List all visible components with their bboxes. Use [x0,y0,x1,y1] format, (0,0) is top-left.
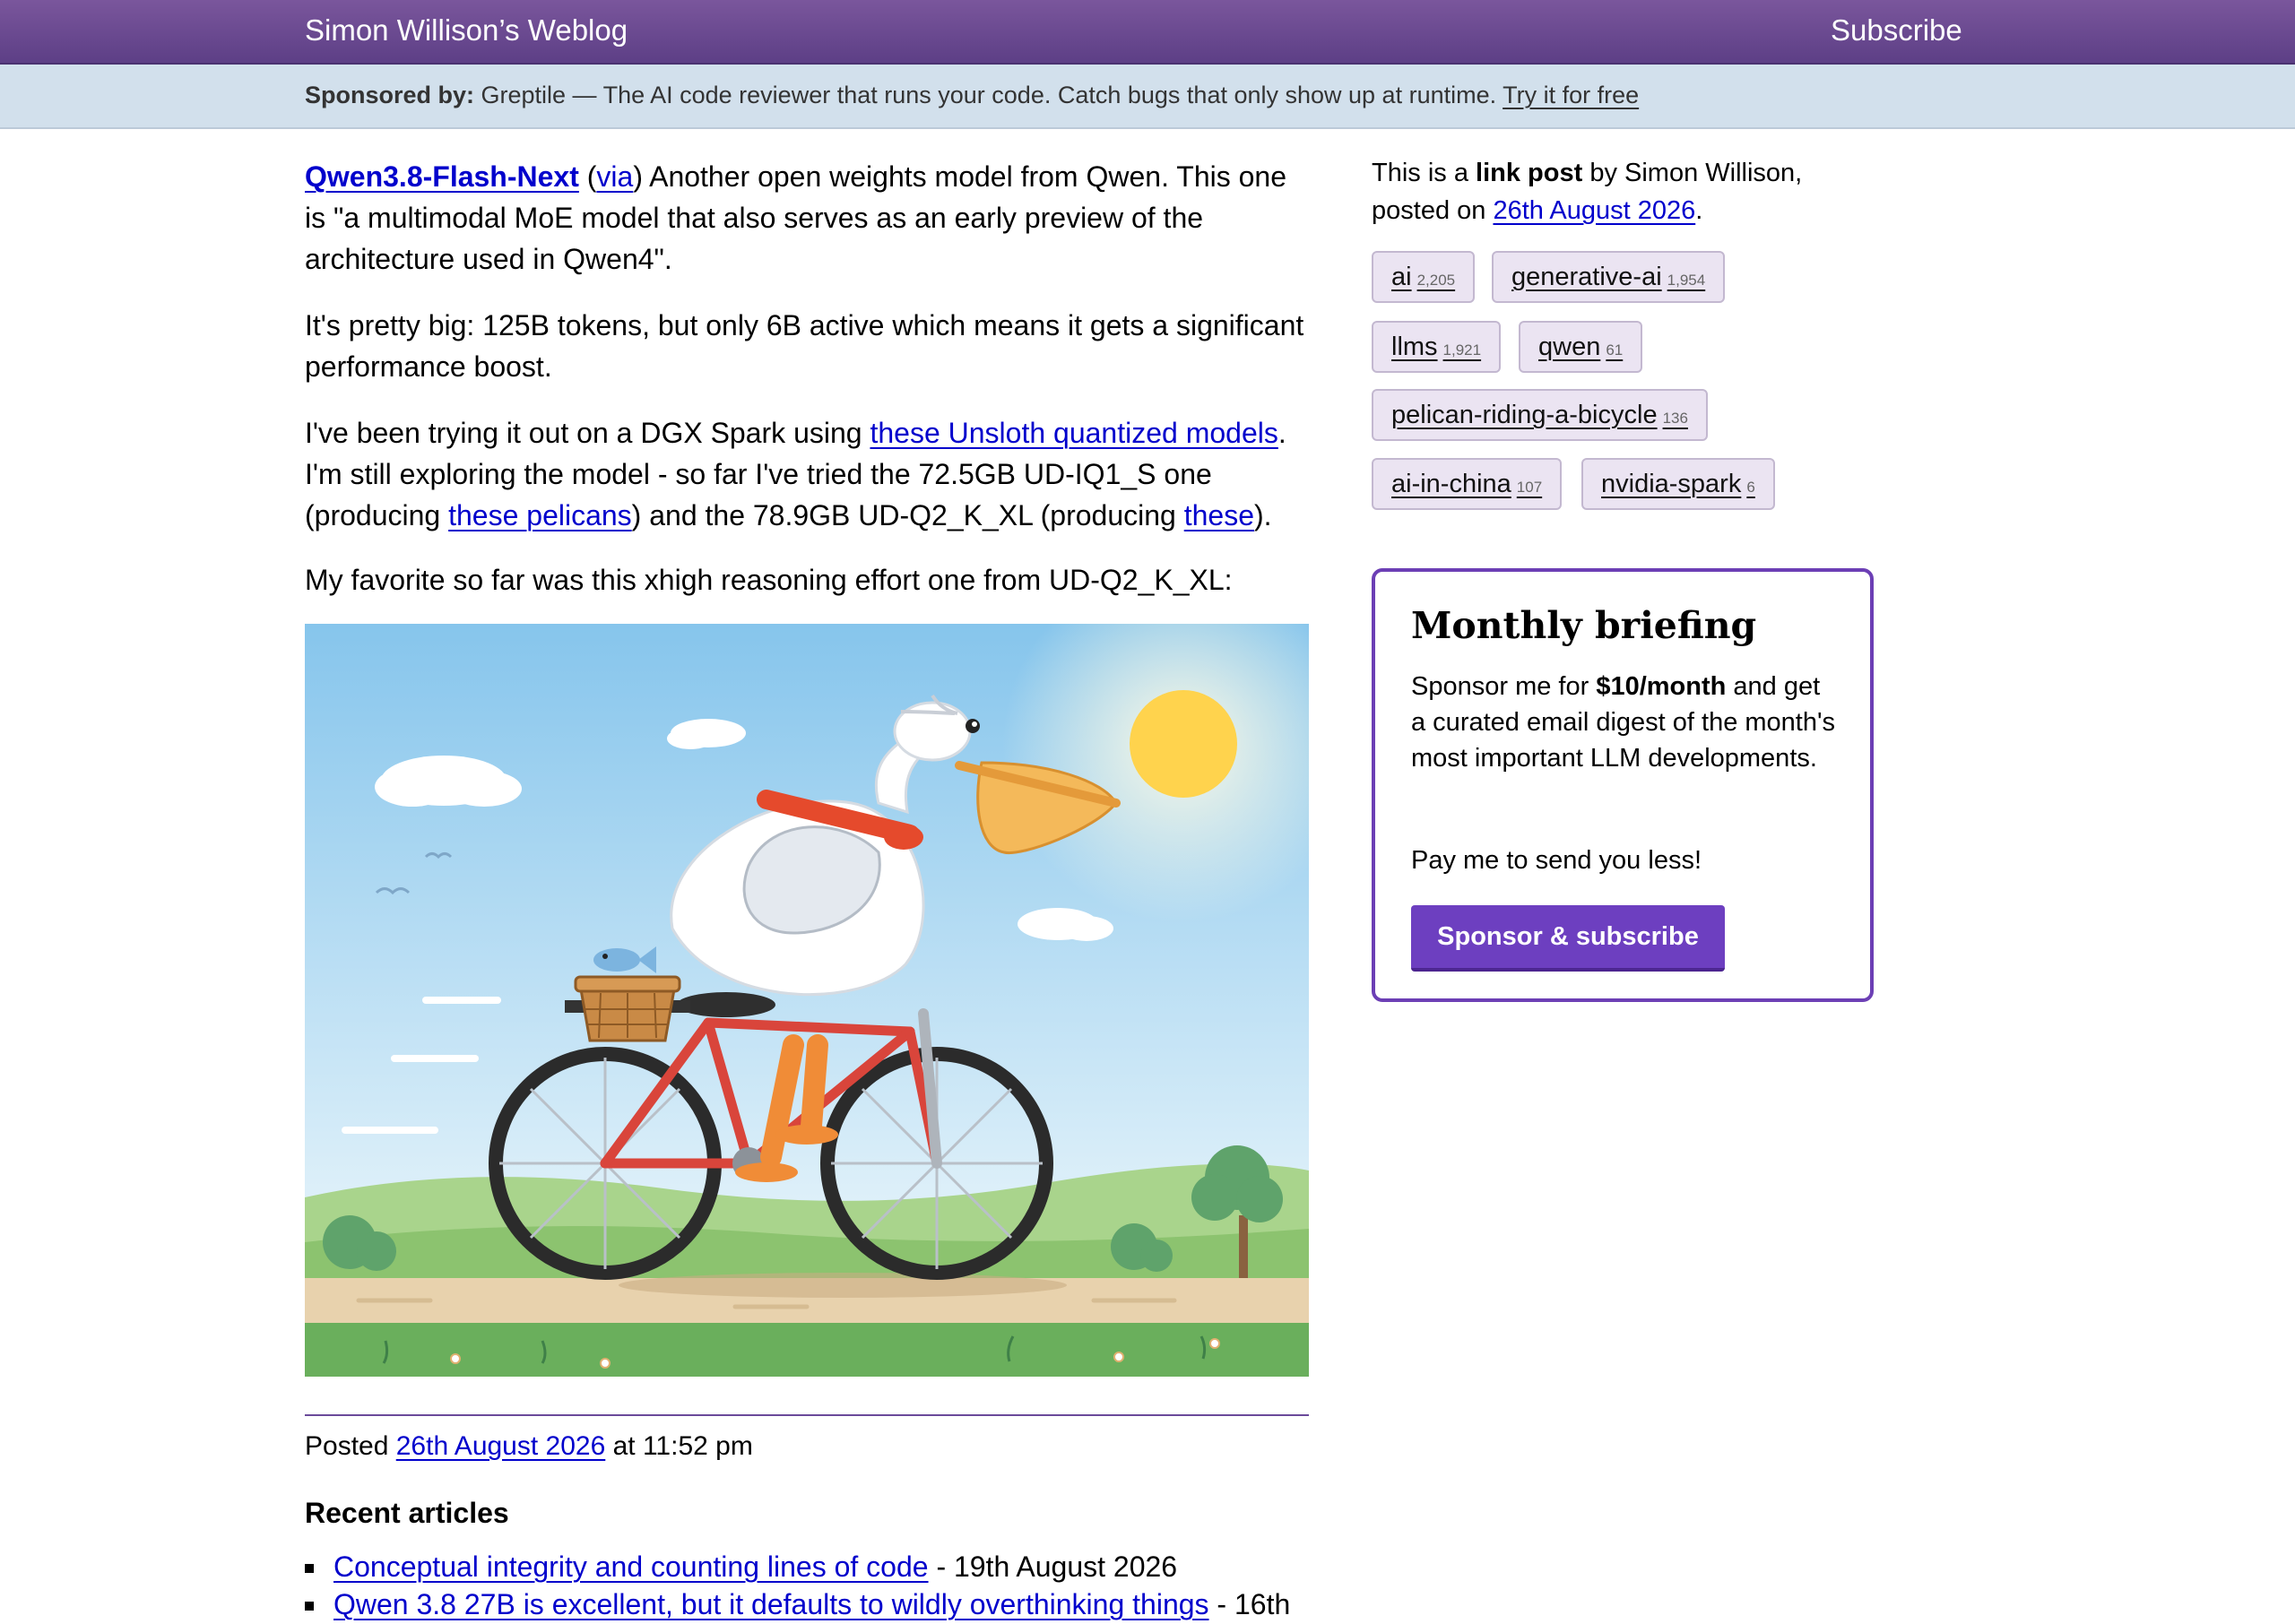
meta-date-link[interactable]: 26th August 2026 [1493,196,1695,225]
briefing-tagline: Pay me to send you less! [1411,846,1702,875]
recent-articles-heading: Recent articles [305,1497,509,1529]
site-header: Simon Willison’s Weblog Subscribe [0,0,2295,65]
meta-link-post-label: link post [1476,159,1583,187]
briefing-price: $10/month [1596,672,1727,701]
recent-article-date: - 19th August 2026 [928,1551,1178,1583]
tag-count: 107 [1516,479,1543,496]
paragraph-3-text-c: ) and the 78.9GB UD-Q2_K_XL (producing [631,499,1184,531]
paragraph-3-text-a: I've been trying it out on a DGX Spark u… [305,417,870,449]
tag-count: 1,954 [1667,272,1706,289]
monthly-briefing-box: Monthly briefing Sponsor me for $10/mont… [1372,568,1874,1002]
tag-llms[interactable]: llms 1,921 [1372,321,1502,373]
link-post-meta: This is a link post by Simon Willison, p… [1372,154,1874,229]
recent-article-item: Qwen 3.8 27B is excellent, but it defaul… [305,1586,1309,1624]
via-open: ( [578,160,597,193]
posted-time: at 11:52 pm [605,1431,753,1461]
tag-name: ai-in-china [1391,470,1511,498]
post-paragraph-4: My favorite so far was this xhigh reason… [305,564,1233,596]
sponsor-text: Greptile — The AI code reviewer that run… [474,82,1503,108]
tag-count: 2,205 [1416,272,1456,289]
posted-date-link[interactable]: 26th August 2026 [396,1431,606,1461]
tag-name: llms [1391,333,1438,361]
tag-name: generative-ai [1511,263,1662,291]
sponsor-line: Sponsored by: Greptile — The AI code rev… [305,82,1639,109]
post-paragraph-2: It's pretty big: 125B tokens, but only 6… [305,309,1304,383]
paragraph-3-text-d: ). [1254,499,1272,531]
tag-ai[interactable]: ai 2,205 [1372,251,1476,303]
tag-name: pelican-riding-a-bicycle [1391,401,1658,429]
meta-text-a: This is a [1372,159,1477,187]
tag-ai-in-china[interactable]: ai-in-china 107 [1372,458,1563,510]
unsloth-models-link[interactable]: these Unsloth quantized models [870,417,1277,449]
tag-count: 61 [1606,341,1624,358]
post-paragraph-1: Qwen3.8-Flash-Next (via) Another open we… [305,156,1309,280]
recent-articles-list: Conceptual integrity and counting lines … [305,1549,1309,1624]
recent-article-link[interactable]: Conceptual integrity and counting lines … [333,1551,929,1583]
sponsor-cta-link[interactable]: Try it for free [1503,82,1639,108]
via-link[interactable]: via [596,160,633,193]
posted-prefix: Posted [305,1431,396,1461]
sponsor-bar: Sponsored by: Greptile — The AI code rev… [0,65,2295,129]
these-link[interactable]: these [1184,499,1254,531]
briefing-description: Sponsor me for $10/month and get a curat… [1411,669,1841,776]
sponsor-subscribe-button[interactable]: Sponsor & subscribe [1411,905,1725,972]
site-title-link[interactable]: Simon Willison’s Weblog [305,13,628,48]
tag-count: 136 [1662,410,1688,427]
recent-article-item: Conceptual integrity and counting lines … [305,1549,1309,1586]
tag-generative-ai[interactable]: generative-ai 1,954 [1492,251,1726,303]
tag-qwen[interactable]: qwen 61 [1519,321,1643,373]
meta-text-end: . [1695,196,1703,225]
tag-count: 1,921 [1442,341,1482,358]
tag-name: nvidia-spark [1601,470,1742,498]
recent-article-link[interactable]: Qwen 3.8 27B is excellent, but it defaul… [333,1588,1209,1620]
briefing-title: Monthly briefing [1411,604,1757,647]
pelicans-link[interactable]: these pelicans [448,499,632,531]
post-paragraph-3: I've been trying it out on a DGX Spark u… [305,412,1327,536]
subscribe-link[interactable]: Subscribe [1831,13,1962,48]
recent-article-date: - 16th [1208,1588,1291,1620]
pelican-bicycle-illustration [305,624,1309,1377]
tag-nvidia-spark[interactable]: nvidia-spark 6 [1581,458,1775,510]
post-title-link[interactable]: Qwen3.8-Flash-Next [305,160,579,193]
tag-name: qwen [1538,333,1601,361]
post-divider [305,1414,1309,1416]
sponsor-label: Sponsored by: [305,82,475,108]
tag-count: 6 [1746,479,1755,496]
posted-line: Posted 26th August 2026 at 11:52 pm [305,1429,753,1464]
briefing-text-a: Sponsor me for [1411,672,1597,701]
tag-pelican-riding-a-bicycle[interactable]: pelican-riding-a-bicycle 136 [1372,389,1708,441]
bullet-icon [305,1564,314,1573]
bullet-icon [305,1602,314,1611]
tag-name: ai [1391,263,1412,291]
